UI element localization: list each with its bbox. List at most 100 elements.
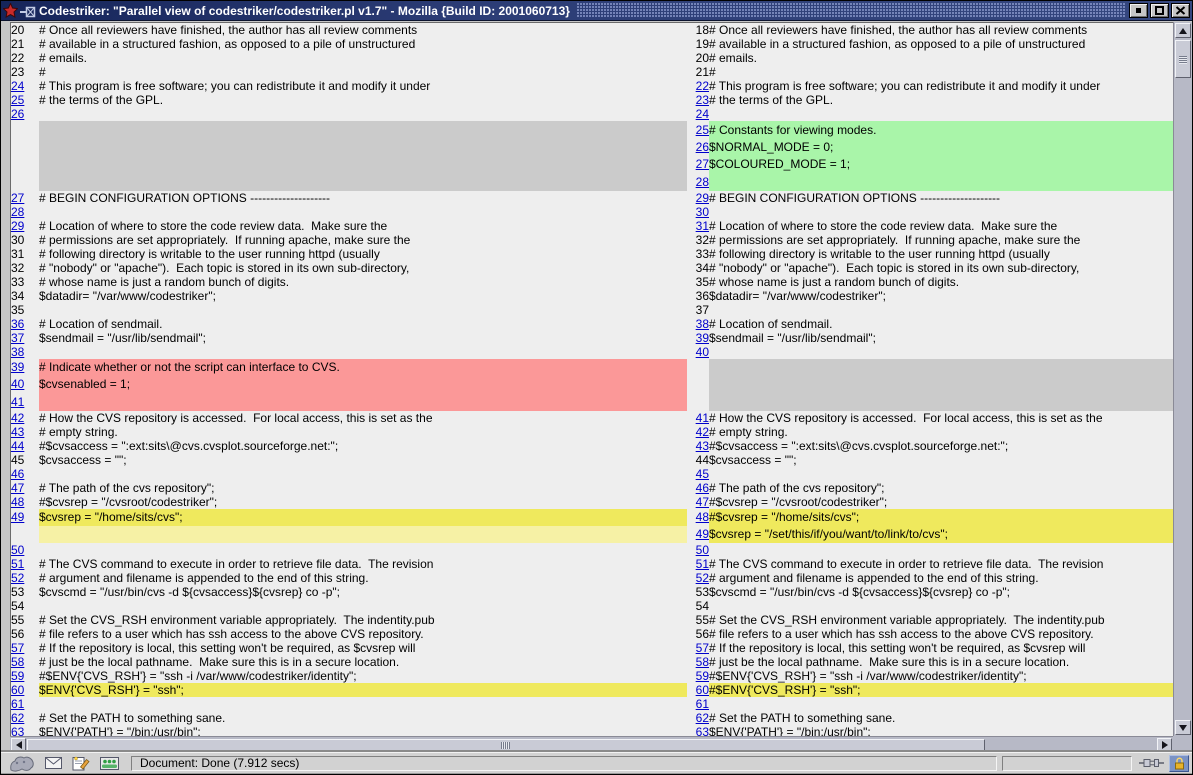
right-line-number[interactable]: 63 — [696, 725, 709, 736]
right-line-number-cell: 30 — [687, 205, 709, 219]
right-line-number[interactable]: 26 — [696, 140, 709, 154]
window-menu-star-icon[interactable] — [3, 3, 18, 21]
right-line-number[interactable]: 51 — [696, 557, 709, 571]
minimize-button[interactable] — [1129, 3, 1148, 18]
scroll-right-button[interactable] — [1157, 738, 1172, 751]
vertical-scrollbar[interactable] — [1173, 22, 1192, 736]
right-line-number[interactable]: 30 — [696, 205, 709, 219]
right-line-number-cell: 27 — [687, 156, 709, 173]
maximize-button[interactable] — [1150, 3, 1169, 18]
left-line-number[interactable]: 25 — [11, 93, 24, 107]
mail-icon[interactable] — [45, 757, 62, 769]
right-line-number[interactable]: 29 — [696, 191, 709, 205]
left-line-number[interactable]: 61 — [11, 697, 24, 711]
right-line-number[interactable]: 40 — [696, 345, 709, 359]
right-line-number[interactable]: 62 — [696, 711, 709, 725]
left-line-number[interactable]: 41 — [11, 395, 24, 409]
left-line-number[interactable]: 49 — [11, 510, 24, 524]
right-line-number[interactable]: 25 — [696, 123, 709, 137]
right-line-number[interactable]: 39 — [696, 331, 709, 345]
right-line-number[interactable]: 41 — [696, 411, 709, 425]
left-code-line — [39, 467, 687, 481]
left-line-number[interactable]: 48 — [11, 495, 24, 509]
left-line-number[interactable]: 26 — [11, 107, 24, 121]
online-plug-icon[interactable] — [1139, 758, 1164, 768]
right-line-number[interactable]: 27 — [696, 157, 709, 171]
right-line-number[interactable]: 24 — [696, 107, 709, 121]
close-button[interactable] — [1171, 3, 1190, 18]
left-line-number[interactable]: 46 — [11, 467, 24, 481]
addressbook-icon[interactable] — [100, 757, 119, 770]
vertical-scrollbar-thumb[interactable] — [1175, 40, 1191, 78]
left-line-number[interactable]: 59 — [11, 669, 24, 683]
right-line-number-cell: 48 — [687, 509, 709, 526]
right-line-number[interactable]: 61 — [696, 697, 709, 711]
left-line-number[interactable]: 38 — [11, 345, 24, 359]
left-line-number[interactable]: 29 — [11, 219, 24, 233]
right-line-number[interactable]: 46 — [696, 481, 709, 495]
left-line-number[interactable]: 37 — [11, 331, 24, 345]
security-lock-icon[interactable] — [1169, 755, 1189, 772]
left-code-line: # — [39, 65, 687, 79]
right-line-number[interactable]: 48 — [696, 510, 709, 524]
left-line-number-cell — [11, 526, 39, 543]
diff-row: 25# the terms of the GPL.23# the terms o… — [11, 93, 1173, 107]
right-line-number[interactable]: 57 — [696, 641, 709, 655]
left-line-number[interactable]: 51 — [11, 557, 24, 571]
left-line-number[interactable]: 43 — [11, 425, 24, 439]
right-line-number-cell: 19 — [687, 37, 709, 51]
right-line-number[interactable]: 60 — [696, 683, 709, 697]
left-line-number[interactable]: 63 — [11, 725, 24, 736]
left-line-number[interactable]: 62 — [11, 711, 24, 725]
left-line-number[interactable]: 52 — [11, 571, 24, 585]
right-line-number[interactable]: 49 — [696, 527, 709, 541]
left-line-number[interactable]: 40 — [11, 377, 24, 391]
left-line-number[interactable]: 27 — [11, 191, 24, 205]
right-line-number[interactable]: 23 — [696, 93, 709, 107]
left-line-number[interactable]: 57 — [11, 641, 24, 655]
diff-row: 22# emails.20# emails. — [11, 51, 1173, 65]
diff-row: 27$COLOURED_MODE = 1; — [11, 156, 1173, 173]
right-line-number[interactable]: 59 — [696, 669, 709, 683]
right-line-number[interactable]: 22 — [696, 79, 709, 93]
navigator-icon[interactable] — [9, 755, 35, 772]
right-line-number: 56 — [696, 627, 709, 641]
left-line-number-cell: 25 — [11, 93, 39, 107]
scroll-left-button[interactable] — [11, 738, 26, 751]
scrollbar-corner — [1173, 736, 1192, 752]
left-code-line: $cvscmd = "/usr/bin/cvs -d ${cvsaccess}$… — [39, 585, 687, 599]
left-line-number[interactable]: 28 — [11, 205, 24, 219]
diff-row: 20# Once all reviewers have finished, th… — [11, 23, 1173, 37]
right-line-number[interactable]: 42 — [696, 425, 709, 439]
right-line-number[interactable]: 50 — [696, 543, 709, 557]
left-line-number[interactable]: 44 — [11, 439, 24, 453]
right-line-number[interactable]: 45 — [696, 467, 709, 481]
left-line-number-cell — [11, 121, 39, 139]
right-line-number[interactable]: 47 — [696, 495, 709, 509]
right-line-number[interactable]: 43 — [696, 439, 709, 453]
left-line-number[interactable]: 42 — [11, 411, 24, 425]
right-code-line — [709, 697, 1173, 711]
progress-meter — [1002, 756, 1132, 771]
left-line-number[interactable]: 58 — [11, 655, 24, 669]
left-line-number[interactable]: 39 — [11, 360, 24, 374]
left-line-number[interactable]: 60 — [11, 683, 24, 697]
right-line-number[interactable]: 58 — [696, 655, 709, 669]
left-line-number[interactable]: 24 — [11, 79, 24, 93]
scroll-up-button[interactable] — [1175, 23, 1191, 38]
left-line-number[interactable]: 36 — [11, 317, 24, 331]
horizontal-scrollbar-thumb[interactable] — [27, 739, 985, 752]
left-line-number[interactable]: 47 — [11, 481, 24, 495]
left-line-number[interactable]: 50 — [11, 543, 24, 557]
right-line-number[interactable]: 38 — [696, 317, 709, 331]
horizontal-scrollbar[interactable] — [10, 736, 1173, 752]
right-line-number[interactable]: 31 — [696, 219, 709, 233]
scroll-down-button[interactable] — [1175, 720, 1191, 735]
right-line-number[interactable]: 52 — [696, 571, 709, 585]
composer-icon[interactable] — [72, 756, 90, 771]
window-pin-icon[interactable] — [20, 5, 36, 21]
left-line-number-cell: 42 — [11, 411, 39, 425]
right-line-number[interactable]: 28 — [696, 175, 709, 189]
titlebar[interactable]: Codestriker: "Parallel view of codestrik… — [1, 1, 1192, 21]
right-code-line: #$ENV{'CVS_RSH'} = "ssh -i /var/www/code… — [709, 669, 1173, 683]
